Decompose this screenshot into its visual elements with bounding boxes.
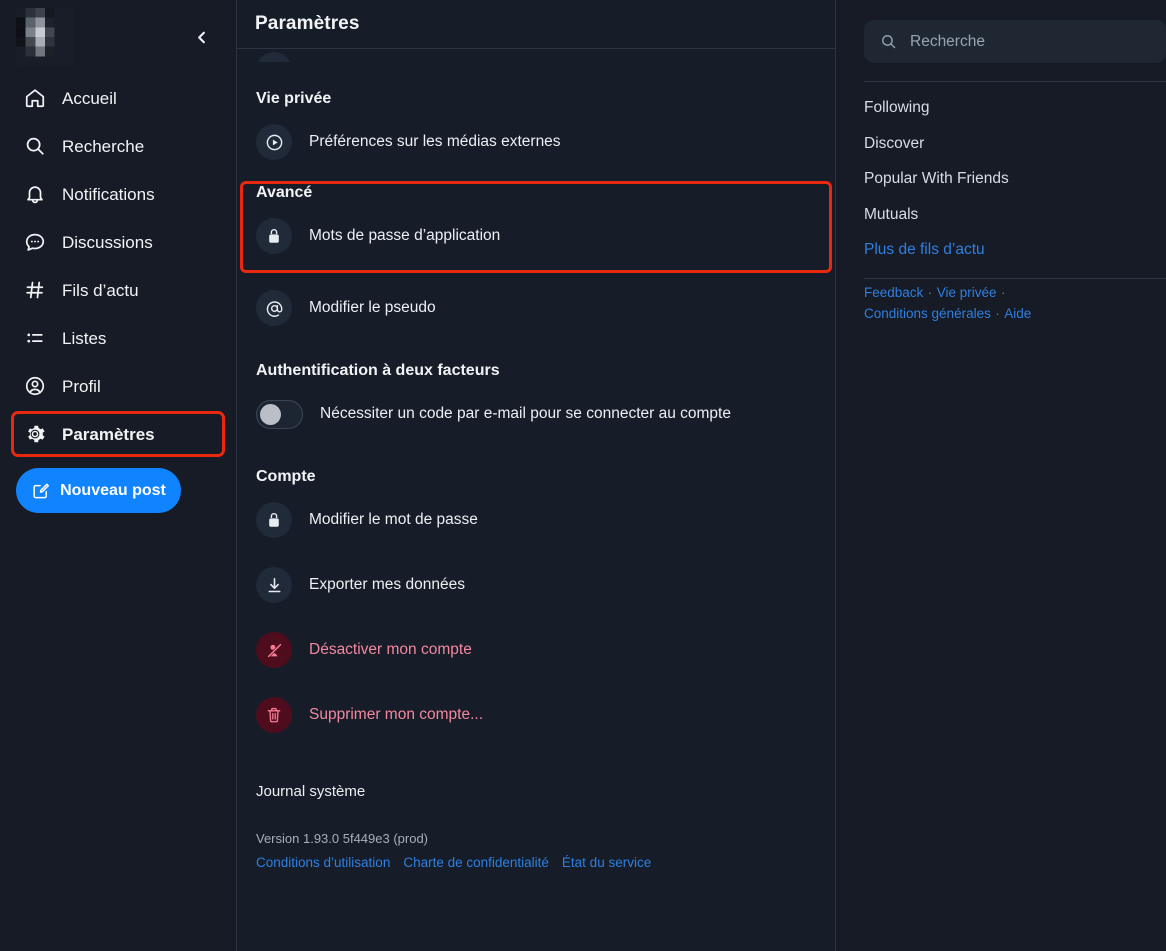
section-title-two-factor: Authentification à deux facteurs [256, 362, 500, 379]
sidebar-item-recherche[interactable]: Recherche [14, 126, 222, 166]
two-factor-toggle-label: Nécessiter un code par e-mail pour se co… [320, 405, 731, 423]
setting-row-app-passwords[interactable]: Mots de passe d’application [255, 210, 817, 262]
setting-row-label: Exporter mes données [309, 576, 465, 594]
settings-scroll-area[interactable]: Vie privée Préférences sur les médias ex… [237, 49, 835, 951]
hash-icon [22, 277, 48, 303]
search-input[interactable] [910, 32, 1150, 51]
rail-link-terms[interactable]: Conditions générales [864, 306, 991, 321]
user-circle-icon [22, 373, 48, 399]
feed-item-mutuals[interactable]: Mutuals [864, 206, 1166, 223]
list-icon [22, 325, 48, 351]
sidebar-item-fils-dactu[interactable]: Fils d’actu [14, 270, 222, 310]
new-post-button[interactable]: Nouveau post [16, 468, 181, 513]
rail-link-feedback[interactable]: Feedback [864, 285, 923, 300]
feed-item-discover[interactable]: Discover [864, 135, 1166, 152]
lock-icon [256, 218, 292, 254]
app-root: Accueil Recherche Notifications Discussi… [0, 0, 1166, 951]
sidebar-item-label: Profil [62, 376, 101, 396]
footer-link-terms[interactable]: Conditions d’utilisation [256, 855, 390, 870]
setting-row-label: Modifier le mot de passe [309, 511, 478, 529]
rail-link-help[interactable]: Aide [1004, 306, 1031, 321]
section-title-advanced: Avancé [256, 184, 313, 201]
setting-row-delete-account[interactable]: Supprimer mon compte... [255, 689, 817, 741]
search-box[interactable] [864, 20, 1166, 63]
sidebar-item-notifications[interactable]: Notifications [14, 174, 222, 214]
setting-row-change-password[interactable]: Modifier le mot de passe [255, 494, 817, 546]
setting-row-export-data[interactable]: Exporter mes données [255, 559, 817, 611]
link-separator: · [1000, 284, 1006, 300]
page-title: Paramètres [255, 13, 360, 34]
setting-row-external-media[interactable]: Préférences sur les médias externes [255, 116, 817, 168]
home-icon [22, 85, 48, 111]
sidebar-item-label: Notifications [62, 184, 155, 204]
sidebar-item-discussions[interactable]: Discussions [14, 222, 222, 262]
sidebar-item-label: Listes [62, 328, 107, 348]
two-factor-email-toggle-row[interactable]: Nécessiter un code par e-mail pour se co… [255, 388, 817, 440]
system-log-title: Journal système [256, 783, 366, 800]
main-content: Paramètres Vie privée Préférences sur le… [236, 0, 836, 951]
compose-icon [31, 481, 50, 500]
chevron-left-icon [197, 31, 205, 43]
setting-row-label: Mots de passe d’application [309, 227, 501, 245]
link-separator: · [995, 305, 1000, 321]
sidebar-item-label: Fils d’actu [62, 280, 139, 300]
play-circle-icon [256, 124, 292, 160]
setting-row-label: Préférences sur les médias externes [309, 133, 561, 151]
sidebar-item-listes[interactable]: Listes [14, 318, 222, 358]
search-icon [880, 33, 897, 50]
left-sidebar: Accueil Recherche Notifications Discussi… [0, 0, 236, 951]
primary-navigation: Accueil Recherche Notifications Discussi… [11, 78, 225, 457]
setting-row-change-handle[interactable]: Modifier le pseudo [255, 282, 817, 334]
chat-bubble-icon [22, 229, 48, 255]
rail-link-privacy[interactable]: Vie privée [937, 285, 997, 300]
download-icon [256, 567, 292, 603]
bell-icon [22, 181, 48, 207]
setting-row-label: Modifier le pseudo [309, 299, 436, 317]
feed-item-popular-with-friends[interactable]: Popular With Friends [864, 171, 1166, 187]
feed-item-following[interactable]: Following [864, 100, 1166, 116]
page-header: Paramètres [237, 0, 835, 49]
feed-item-more-feeds[interactable]: Plus de fils d’actu [864, 242, 1166, 258]
new-post-label: Nouveau post [60, 481, 166, 499]
right-rail: Following Discover Popular With Friends … [836, 0, 1166, 951]
main-footer-links: Conditions d’utilisation Charte de confi… [255, 855, 817, 870]
setting-row-deactivate-account[interactable]: Désactiver mon compte [255, 624, 817, 676]
rail-footer-links: Feedback · Vie privée · Conditions génér… [836, 279, 1051, 324]
sidebar-item-profil[interactable]: Profil [14, 366, 222, 406]
sidebar-item-label: Paramètres [62, 424, 155, 444]
trash-icon [256, 697, 292, 733]
lock-icon [256, 502, 292, 538]
sidebar-item-label: Recherche [62, 136, 145, 156]
partial-icon [256, 52, 292, 62]
collapse-sidebar-button[interactable] [184, 20, 218, 54]
user-slash-icon [256, 632, 292, 668]
feed-list: Following Discover Popular With Friends … [836, 82, 1166, 258]
sidebar-item-label: Discussions [62, 232, 153, 252]
at-sign-icon [256, 290, 292, 326]
version-text: Version 1.93.0 5f449e3 (prod) [256, 831, 429, 846]
search-icon [22, 133, 48, 159]
sidebar-item-parametres[interactable]: Paramètres [11, 411, 225, 457]
gear-icon [22, 421, 48, 447]
section-title-privacy: Vie privée [256, 90, 332, 107]
footer-link-privacy-policy[interactable]: Charte de confidentialité [403, 855, 549, 870]
sidebar-item-label: Accueil [62, 88, 117, 108]
two-factor-email-toggle[interactable] [256, 399, 303, 429]
toggle-knob [260, 403, 281, 425]
setting-row-label: Supprimer mon compte... [309, 706, 484, 724]
setting-row-label: Désactiver mon compte [309, 641, 472, 659]
sidebar-header [14, 0, 222, 74]
avatar[interactable] [16, 8, 74, 66]
link-separator: · [927, 284, 933, 300]
sidebar-item-accueil[interactable]: Accueil [14, 78, 222, 118]
section-title-account: Compte [256, 468, 316, 485]
advanced-section-highlight: Avancé Mots de passe d’application [240, 181, 832, 273]
scrolled-off-row [255, 49, 817, 62]
footer-link-service-status[interactable]: État du service [562, 855, 651, 870]
